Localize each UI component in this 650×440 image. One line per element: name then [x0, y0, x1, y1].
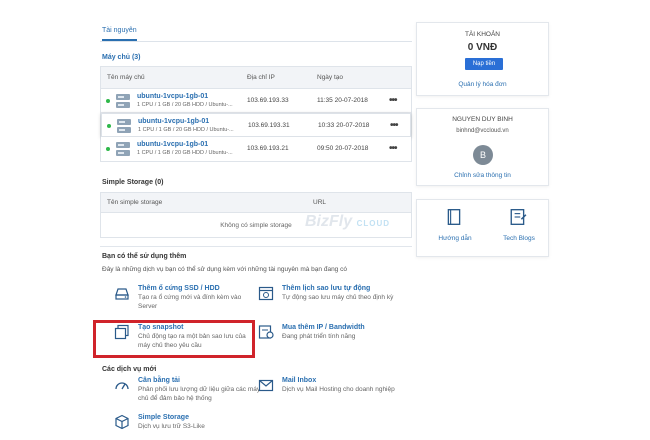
mail-icon [258, 379, 274, 392]
col-created: Ngày tạo [317, 74, 344, 81]
server-icon [117, 119, 131, 133]
edit-profile-link[interactable]: Chỉnh sửa thông tin [417, 172, 548, 179]
server-created-date: 11:35 20-07-2018 [317, 97, 368, 104]
load-balancer-icon [115, 382, 129, 390]
col-ip: Địa chỉ IP [247, 74, 275, 81]
guide-book-icon [447, 209, 461, 225]
account-balance: 0 VNĐ [467, 42, 498, 53]
server-ip: 103.69.193.21 [247, 145, 289, 152]
col-storage-name: Tên simple storage [107, 199, 163, 206]
server-name[interactable]: ubuntu-1vcpu-1gb-01 [137, 93, 208, 100]
server-row[interactable]: ubuntu-1vcpu-1gb-01 1 CPU / 1 GB / 20 GB… [101, 137, 411, 161]
new-services-title: Các dịch vụ mới [102, 366, 157, 373]
user-card: NGUYEN DUY BINH binhnd@vccloud.vn B Chỉn… [416, 108, 549, 186]
user-name: NGUYEN DUY BINH [452, 116, 513, 123]
account-card: TÀI KHOẢN 0 VNĐ Nạp tiền Quản lý hóa đơn [416, 22, 549, 96]
storage-cube-icon [115, 414, 129, 430]
col-server-name: Tên máy chủ [107, 74, 145, 81]
service-title[interactable]: Thêm ổ cứng SSD / HDD [138, 285, 220, 292]
server-row[interactable]: ubuntu-1vcpu-1gb-01 1 CPU / 1 GB / 20 GB… [101, 89, 411, 113]
service-title[interactable]: Cân bằng tải [138, 377, 180, 384]
service-title[interactable]: Mua thêm IP / Bandwidth [282, 324, 365, 331]
tech-blogs-item[interactable]: Tech Blogs [497, 208, 541, 252]
service-desc: Dịch vụ lưu trữ S3-Like [138, 423, 205, 430]
user-email: binhnd@vccloud.vn [456, 128, 509, 134]
section-divider [100, 246, 412, 247]
more-actions-icon[interactable]: ••• [390, 120, 398, 131]
server-created-date: 10:33 20-07-2018 [318, 122, 370, 129]
hard-drive-icon [115, 288, 129, 300]
servers-table: Tên máy chủ Địa chỉ IP Ngày tạo ubuntu-1… [100, 66, 412, 162]
server-name[interactable]: ubuntu-1vcpu-1gb-01 [138, 118, 209, 125]
online-status-dot [106, 147, 110, 151]
tab-bar: Tài nguyên [100, 20, 412, 42]
service-desc: Đang phát triển tính năng [282, 333, 356, 340]
avatar: B [473, 145, 493, 165]
guide-item[interactable]: Hướng dẫn [433, 208, 477, 252]
server-ip: 103.69.193.33 [247, 97, 289, 104]
service-desc: Tự động sao lưu máy chủ theo định kỳ [282, 294, 394, 301]
server-name[interactable]: ubuntu-1vcpu-1gb-01 [137, 141, 208, 148]
online-status-dot [107, 124, 111, 128]
server-icon [116, 142, 130, 156]
server-ip: 103.69.193.31 [248, 122, 290, 129]
service-title[interactable]: Mail Inbox [282, 377, 316, 384]
servers-title: Máy chủ (3) [102, 54, 141, 61]
bizfly-watermark: BizFly CLOUD [305, 213, 390, 231]
invoice-link[interactable]: Quản lý hóa đơn [417, 81, 548, 88]
extra-services-subtitle: Đây là những dịch vụ bạn có thể sử dụng … [102, 266, 347, 273]
watermark-text: BizFly [305, 213, 353, 230]
more-actions-icon[interactable]: ••• [389, 95, 397, 106]
server-icon [116, 94, 130, 108]
tab-resources[interactable]: Tài nguyên [102, 27, 137, 41]
storage-title: Simple Storage (0) [102, 179, 164, 186]
service-title[interactable]: Thêm lịch sao lưu tự động [282, 285, 370, 292]
account-title: TÀI KHOẢN [464, 31, 501, 38]
backup-calendar-icon [258, 286, 274, 301]
help-card: Hướng dẫn Tech Blogs [416, 199, 549, 257]
col-url: URL [313, 199, 327, 206]
server-spec: 1 CPU / 1 GB / 20 GB HDD / Ubuntu-... [137, 102, 233, 108]
server-row[interactable]: ubuntu-1vcpu-1gb-01 1 CPU / 1 GB / 20 GB… [101, 113, 411, 137]
storage-table-header: Tên simple storage URL [101, 193, 411, 213]
more-actions-icon[interactable]: ••• [389, 143, 397, 154]
tech-blogs-label[interactable]: Tech Blogs [497, 235, 541, 242]
online-status-dot [106, 99, 110, 103]
guide-label[interactable]: Hướng dẫn [433, 235, 477, 242]
server-spec: 1 CPU / 1 GB / 20 GB HDD / Ubuntu-... [138, 127, 234, 133]
servers-table-header: Tên máy chủ Địa chỉ IP Ngày tạo [101, 67, 411, 89]
extra-services-title: Bạn có thể sử dụng thêm [102, 253, 187, 260]
service-desc: Tạo ra ổ cứng mới và đính kèm vào Server [138, 294, 242, 310]
topup-button[interactable]: Nạp tiền [465, 58, 503, 70]
server-spec: 1 CPU / 1 GB / 20 GB HDD / Ubuntu-... [137, 150, 233, 156]
ip-bandwidth-icon [258, 325, 274, 339]
watermark-sub: CLOUD [356, 219, 391, 228]
service-desc: Phân phối lưu lượng dữ liệu giữa các máy… [138, 386, 261, 402]
main-content: Tài nguyên Máy chủ (3) Tên máy chủ Địa c… [100, 20, 412, 430]
service-title[interactable]: Simple Storage [138, 414, 189, 421]
service-desc: Dịch vụ Mail Hosting cho doanh nghiệp [282, 386, 395, 393]
server-created-date: 09:50 20-07-2018 [317, 145, 369, 152]
snapshot-highlight-box [93, 320, 255, 358]
tech-blog-icon [510, 209, 527, 225]
